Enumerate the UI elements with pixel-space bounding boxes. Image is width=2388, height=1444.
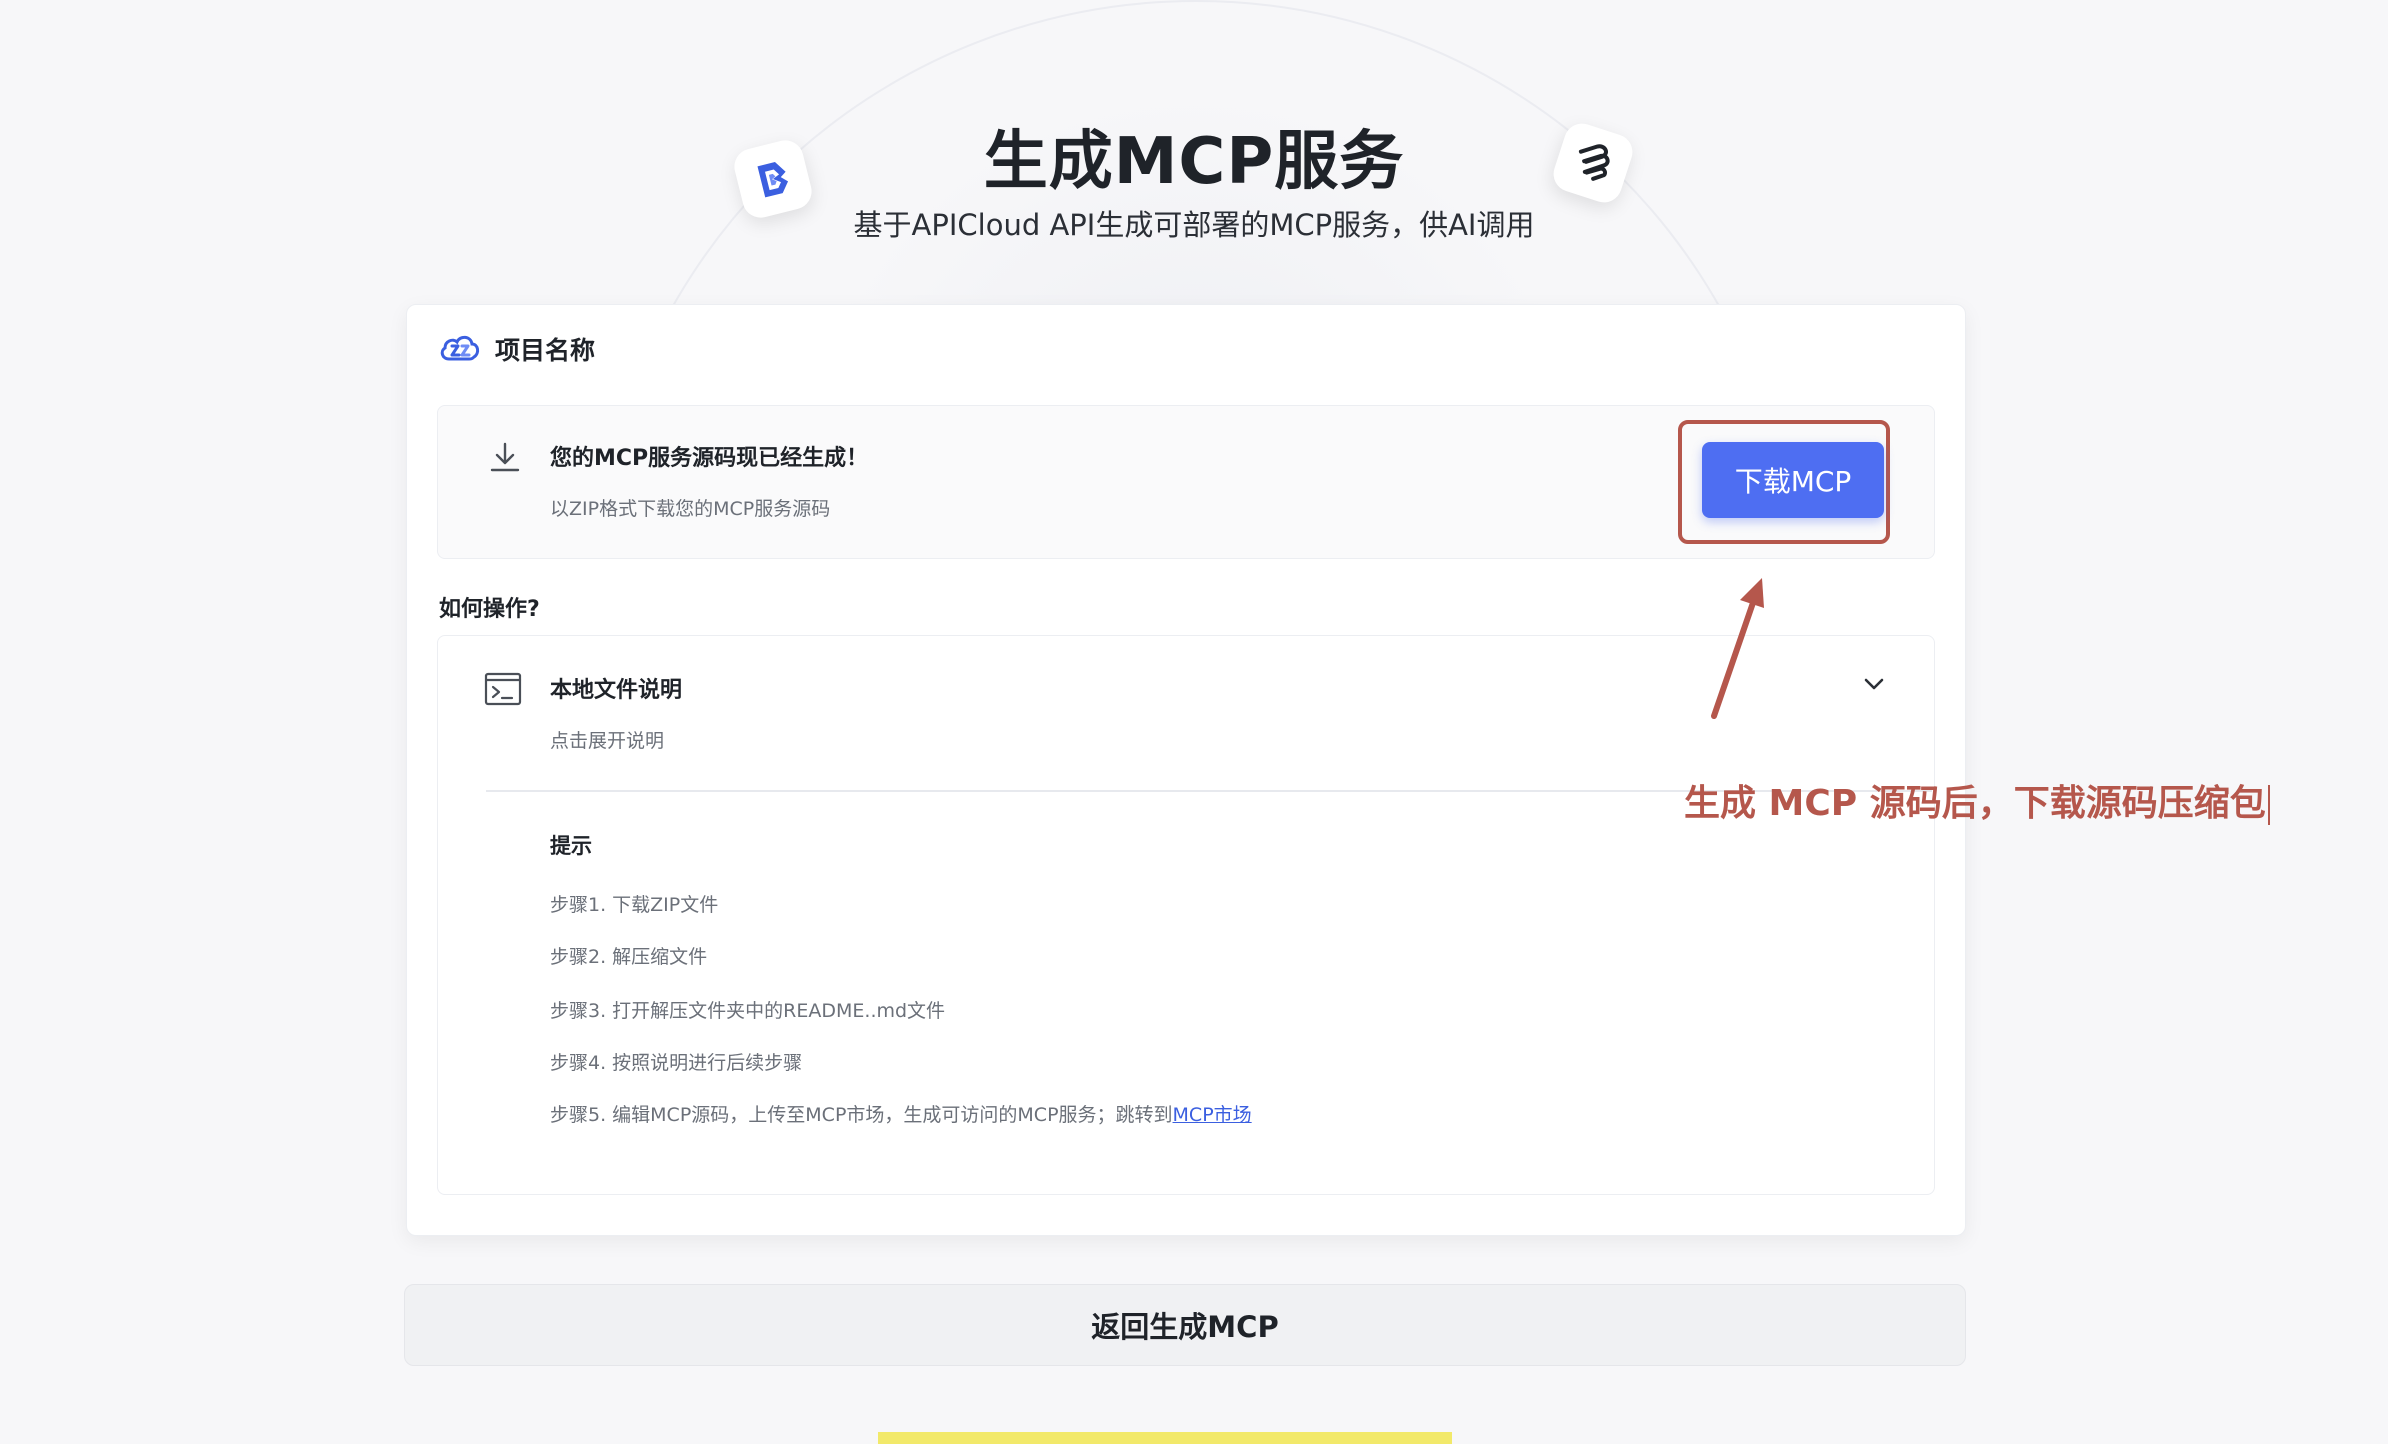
step-item: 步骤4. 按照说明进行后续步骤 — [550, 1052, 803, 1074]
step-item: 步骤1. 下载ZIP文件 — [550, 894, 719, 916]
text-caret — [2267, 785, 2270, 825]
terminal-icon — [484, 672, 522, 710]
bottom-yellow-bar — [878, 1432, 1452, 1444]
download-mcp-button[interactable]: 下载MCP — [1702, 442, 1884, 518]
project-name: 项目名称 — [495, 336, 596, 365]
howto-label: 如何操作? — [439, 597, 540, 622]
step-item: 步骤2. 解压缩文件 — [550, 946, 708, 968]
annotation-arrow — [1711, 578, 1764, 719]
download-icon — [488, 440, 522, 478]
page-subtitle: 基于APICloud API生成可部署的MCP服务，供AI调用 — [853, 208, 1535, 242]
chevron-down-icon[interactable] — [1862, 676, 1886, 696]
back-to-generate-button[interactable]: 返回生成MCP — [404, 1284, 1966, 1366]
download-title: 您的MCP服务源码现已经生成！ — [550, 446, 869, 471]
guide-title[interactable]: 本地文件说明 — [550, 672, 682, 704]
annotation-text: 生成 MCP 源码后，下载源码压缩包 — [1684, 774, 2270, 826]
guide-subtitle[interactable]: 点击展开说明 — [550, 726, 664, 753]
project-header: 项目名称 — [437, 329, 595, 369]
annotation-label: 生成 MCP 源码后，下载源码压缩包 — [1684, 783, 2266, 824]
step-item: 步骤3. 打开解压文件夹中的README..md文件 — [550, 1000, 946, 1022]
step-item-5: 步骤5. 编辑MCP源码，上传至MCP市场，生成可访问的MCP服务；跳转到MCP… — [550, 1100, 1252, 1127]
tip-title: 提示 — [550, 834, 592, 858]
page-title: 生成MCP服务 — [983, 125, 1405, 199]
step-5-text: 步骤5. 编辑MCP源码，上传至MCP市场，生成可访问的MCP服务；跳转到 — [550, 1104, 1173, 1126]
mcp-market-link[interactable]: MCP市场 — [1173, 1104, 1252, 1126]
download-description: 以ZIP格式下载您的MCP服务源码 — [550, 498, 831, 520]
cloud-logo-icon — [437, 329, 481, 369]
